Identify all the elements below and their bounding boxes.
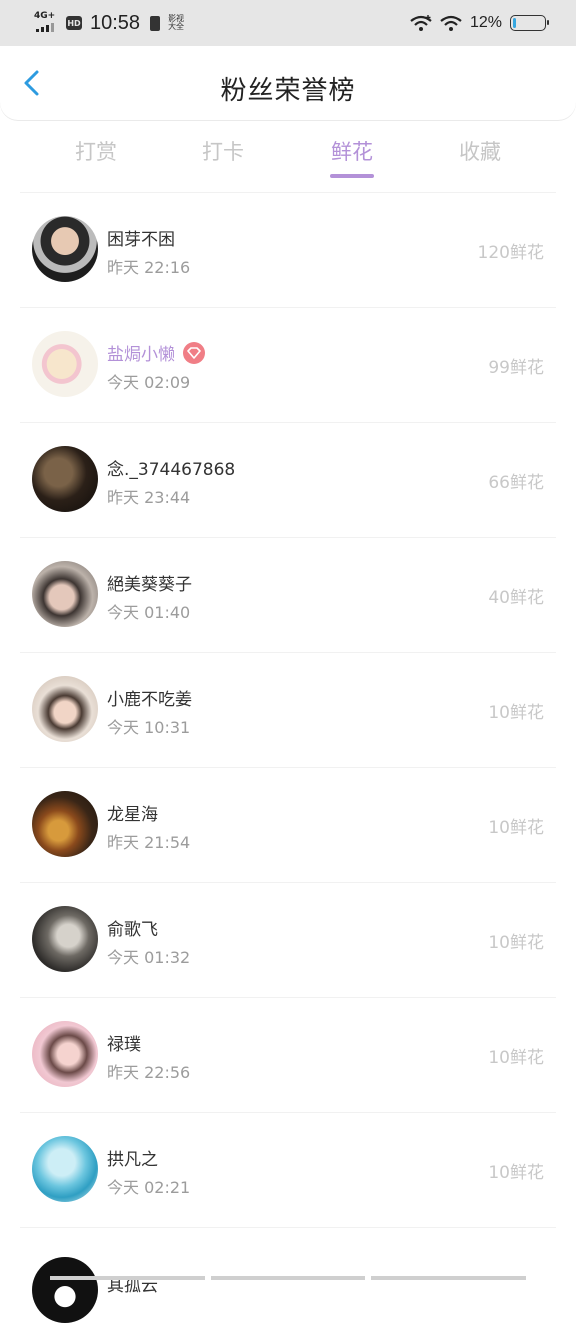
avatar[interactable] <box>32 906 98 972</box>
list-item[interactable]: 其孤云 <box>0 1227 576 1342</box>
status-bar: 4G+ HD 10:58 影视大全 12% <box>0 0 576 46</box>
app-header: 粉丝荣誉榜 <box>0 46 576 120</box>
tab-favorites[interactable]: 收藏 <box>440 136 520 166</box>
vip-diamond-icon <box>183 341 205 364</box>
divider <box>20 307 556 308</box>
flower-amount: 66鲜花 <box>488 473 544 493</box>
list-item[interactable]: 禄璞 昨天 22:56 10鲜花 <box>0 997 576 1112</box>
wifi-calling-icon <box>410 15 432 31</box>
fan-time: 今天 02:21 <box>107 1178 191 1197</box>
flower-amount: 10鲜花 <box>488 1048 544 1068</box>
divider <box>20 652 556 653</box>
battery-percent: 12% <box>469 14 502 31</box>
sim-card-icon <box>150 15 161 31</box>
fan-name: 絕美葵葵子 <box>107 575 192 595</box>
fan-name: 龙星海 <box>107 805 158 825</box>
flower-amount: 40鲜花 <box>488 588 544 608</box>
fan-name: 困芽不困 <box>107 230 175 250</box>
status-time: 10:58 <box>90 11 141 34</box>
fan-time: 昨天 23:44 <box>107 488 191 507</box>
flower-amount: 10鲜花 <box>488 703 544 723</box>
notification-app-label: 影视大全 <box>168 14 185 31</box>
avatar[interactable] <box>32 1136 98 1202</box>
avatar[interactable] <box>32 1021 98 1087</box>
fan-time: 昨天 22:56 <box>107 1063 191 1082</box>
avatar[interactable] <box>32 446 98 512</box>
flower-amount: 120鲜花 <box>477 243 544 263</box>
bottom-scroll-indicator <box>50 1276 527 1280</box>
list-item[interactable]: 俞歌飞 今天 01:32 10鲜花 <box>0 882 576 997</box>
active-tab-indicator <box>330 174 374 178</box>
avatar[interactable] <box>32 676 98 742</box>
divider <box>20 537 556 538</box>
tab-checkin[interactable]: 打卡 <box>183 136 263 166</box>
fan-name: 拱凡之 <box>107 1150 158 1170</box>
battery-icon <box>510 15 549 31</box>
flower-amount: 10鲜花 <box>488 1163 544 1183</box>
divider <box>20 882 556 883</box>
divider <box>20 1227 556 1228</box>
wifi-icon <box>440 15 462 31</box>
fan-time: 今天 01:40 <box>107 603 191 622</box>
divider <box>20 192 556 193</box>
fan-time: 今天 02:09 <box>107 373 191 392</box>
flower-amount: 10鲜花 <box>488 933 544 953</box>
avatar[interactable] <box>32 791 98 857</box>
list-item[interactable]: 盐焗小懒 今天 02:09 99鲜花 <box>0 307 576 422</box>
avatar[interactable] <box>32 1257 98 1323</box>
flower-amount: 99鲜花 <box>488 358 544 378</box>
cellular-signal-icon: 4G+ <box>34 9 56 37</box>
list-item[interactable]: 龙星海 昨天 21:54 10鲜花 <box>0 767 576 882</box>
fan-name: 禄璞 <box>107 1035 141 1055</box>
fan-name: 其孤云 <box>107 1276 158 1296</box>
fan-time: 昨天 22:16 <box>107 258 191 277</box>
flower-amount: 10鲜花 <box>488 818 544 838</box>
fan-name: 盐焗小懒 <box>107 345 175 365</box>
tab-flowers[interactable]: 鲜花 <box>312 136 392 166</box>
list-item[interactable]: 念._374467868 昨天 23:44 66鲜花 <box>0 422 576 537</box>
page-title: 粉丝荣誉榜 <box>220 76 356 106</box>
fan-time: 昨天 21:54 <box>107 833 191 852</box>
divider <box>20 1112 556 1113</box>
avatar[interactable] <box>32 331 98 397</box>
fan-name: 小鹿不吃姜 <box>107 690 192 710</box>
list-item[interactable]: 小鹿不吃姜 今天 10:31 10鲜花 <box>0 652 576 767</box>
avatar[interactable] <box>32 216 98 282</box>
divider <box>20 767 556 768</box>
list-item[interactable]: 拱凡之 今天 02:21 10鲜花 <box>0 1112 576 1227</box>
avatar[interactable] <box>32 561 98 627</box>
fan-name: 俞歌飞 <box>107 920 158 940</box>
list-item[interactable]: 絕美葵葵子 今天 01:40 40鲜花 <box>0 537 576 652</box>
fan-name: 念._374467868 <box>107 460 236 480</box>
fan-time: 今天 01:32 <box>107 948 191 967</box>
fan-time: 今天 10:31 <box>107 718 191 737</box>
list-item[interactable]: 困芽不困 昨天 22:16 120鲜花 <box>0 192 576 307</box>
divider <box>20 422 556 423</box>
tab-bar: 打赏 打卡 鲜花 收藏 <box>0 120 576 182</box>
tab-reward[interactable]: 打赏 <box>56 136 136 166</box>
divider <box>20 997 556 998</box>
hd-voice-icon: HD <box>66 16 82 30</box>
